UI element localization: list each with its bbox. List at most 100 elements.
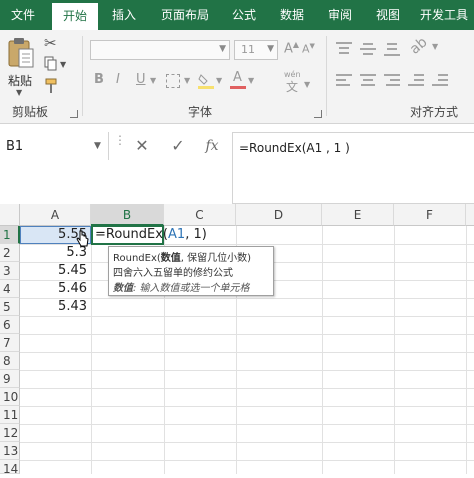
row-header-6[interactable]: 6 <box>0 316 20 334</box>
chevron-down-icon[interactable]: ▼ <box>94 141 101 151</box>
clipboard-launcher-icon[interactable] <box>70 110 78 118</box>
font-launcher-icon[interactable] <box>314 110 322 118</box>
hand-cursor-icon <box>76 230 90 252</box>
column-header-a[interactable]: A <box>20 204 91 226</box>
shrink-font-button[interactable]: A▼ <box>302 42 315 56</box>
tab-page-layout[interactable]: 页面布局 <box>152 0 218 30</box>
row-header-7[interactable]: 7 <box>0 334 20 352</box>
grid-line <box>322 226 323 474</box>
tab-home[interactable]: 开始 <box>52 3 98 30</box>
decrease-indent-icon[interactable] <box>408 74 424 88</box>
grid-line <box>20 442 474 443</box>
tab-insert[interactable]: 插入 <box>102 0 146 30</box>
tab-data[interactable]: 数据 <box>270 0 314 30</box>
formula-input[interactable]: =RoundEx(A1 , 1 ) <box>232 132 474 204</box>
font-size-value: 11 <box>241 43 255 56</box>
column-header-d[interactable]: D <box>236 204 322 226</box>
orientation-icon[interactable]: ab <box>407 34 431 57</box>
cut-icon[interactable]: ✂ <box>44 34 57 52</box>
grip-icon: ⋮ <box>114 133 126 147</box>
increase-indent-icon[interactable] <box>432 74 448 88</box>
row-header-1[interactable]: 1 <box>0 226 20 244</box>
borders-icon[interactable] <box>166 74 180 88</box>
tab-review[interactable]: 审阅 <box>318 0 362 30</box>
group-divider <box>326 36 327 116</box>
phonetic-button[interactable]: wén 文 ▼ <box>284 70 314 94</box>
formula-bar: B1 ▼ ⋮ ✕ ✓ fx =RoundEx(A1 , 1 ) <box>0 124 474 204</box>
orientation-dropdown-icon[interactable]: ▼ <box>432 42 438 51</box>
underline-button[interactable]: U <box>136 72 146 87</box>
borders-dropdown-icon[interactable]: ▼ <box>184 76 190 85</box>
copy-icon[interactable] <box>44 56 58 72</box>
row-header-8[interactable]: 8 <box>0 352 20 370</box>
bold-button[interactable]: B <box>94 72 104 87</box>
cancel-button[interactable]: ✕ <box>128 132 156 160</box>
copy-dropdown-icon[interactable]: ▼ <box>60 60 66 69</box>
align-left-icon[interactable] <box>336 74 352 88</box>
column-header-f[interactable]: F <box>394 204 466 226</box>
group-divider <box>82 36 83 116</box>
clipboard-group-label: 剪贴板 <box>12 105 49 119</box>
paste-label: 粘贴 <box>8 74 33 88</box>
format-painter-icon[interactable] <box>44 78 58 94</box>
enter-button[interactable]: ✓ <box>164 132 192 160</box>
tab-view[interactable]: 视图 <box>366 0 410 30</box>
cell-a3[interactable]: 5.45 <box>20 262 90 280</box>
grid-line <box>20 334 474 335</box>
column-header-b[interactable]: B <box>91 204 164 226</box>
formula-text: =RoundEx(A1 , 1 ) <box>239 141 350 155</box>
cell-a4[interactable]: 5.46 <box>20 280 90 298</box>
fill-dropdown-icon[interactable]: ▼ <box>216 76 222 85</box>
font-color-icon[interactable]: A <box>230 70 246 90</box>
align-top-icon[interactable] <box>336 42 352 56</box>
formula-divider <box>108 132 109 160</box>
font-size-combo[interactable]: 11 ▼ <box>234 40 278 60</box>
italic-button[interactable]: I <box>116 72 120 87</box>
column-header-g[interactable] <box>466 204 474 226</box>
row-header-13[interactable]: 13 <box>0 442 20 460</box>
grow-font-button[interactable]: A▲ <box>284 40 299 56</box>
font-color-dropdown-icon[interactable]: ▼ <box>248 76 254 85</box>
fill-color-icon[interactable] <box>198 72 214 90</box>
grid-line <box>20 388 474 389</box>
grid-line <box>20 316 474 317</box>
align-center-icon[interactable] <box>360 74 376 88</box>
row-header-14[interactable]: 14 <box>0 460 20 476</box>
paste-button[interactable]: 粘贴 ▼ <box>6 36 38 97</box>
worksheet-grid[interactable]: A B C D E F 1 2 3 4 5 6 7 8 9 10 11 12 1… <box>0 204 474 476</box>
row-header-9[interactable]: 9 <box>0 370 20 388</box>
align-middle-icon[interactable] <box>360 42 376 56</box>
row-header-3[interactable]: 3 <box>0 262 20 280</box>
cell-b1-formula: =RoundEx(A1, 1) <box>95 227 207 242</box>
grid-line <box>20 352 474 353</box>
row-header-12[interactable]: 12 <box>0 424 20 442</box>
grid-line <box>20 406 474 407</box>
grid-line <box>20 370 474 371</box>
paste-dropdown-icon[interactable]: ▼ <box>16 88 22 97</box>
row-header-2[interactable]: 2 <box>0 244 20 262</box>
align-bottom-icon[interactable] <box>384 42 400 56</box>
tab-formulas[interactable]: 公式 <box>222 0 266 30</box>
ribbon-tab-bar: 文件 开始 插入 页面布局 公式 数据 审阅 视图 开发工具 <box>0 0 474 30</box>
tab-file[interactable]: 文件 <box>0 0 46 30</box>
column-header-c[interactable]: C <box>164 204 236 226</box>
row-header-4[interactable]: 4 <box>0 280 20 298</box>
row-header-5[interactable]: 5 <box>0 298 20 316</box>
underline-dropdown-icon[interactable]: ▼ <box>150 76 156 85</box>
insert-function-button[interactable]: fx <box>198 132 226 160</box>
row-header-10[interactable]: 10 <box>0 388 20 406</box>
cell-a5[interactable]: 5.43 <box>20 298 90 316</box>
grid-line <box>20 460 474 461</box>
tooltip-argument-help: 数值: 输入数值或选一个单元格 <box>113 283 250 294</box>
grid-line <box>466 226 467 474</box>
font-group-label: 字体 <box>188 105 213 119</box>
tab-developer[interactable]: 开发工具 <box>414 0 474 30</box>
row-header-11[interactable]: 11 <box>0 406 20 424</box>
name-box[interactable]: B1 ▼ <box>0 132 108 188</box>
select-all-corner[interactable] <box>0 204 20 226</box>
align-right-icon[interactable] <box>384 74 400 88</box>
ribbon-home: 粘贴 ▼ ✂ ▼ 剪贴板 ▼ 11 ▼ A▲ A▼ B I U ▼ ▼ ▼ A … <box>0 30 474 124</box>
column-header-e[interactable]: E <box>322 204 394 226</box>
font-name-combo[interactable]: ▼ <box>90 40 230 60</box>
grid-line <box>20 424 474 425</box>
